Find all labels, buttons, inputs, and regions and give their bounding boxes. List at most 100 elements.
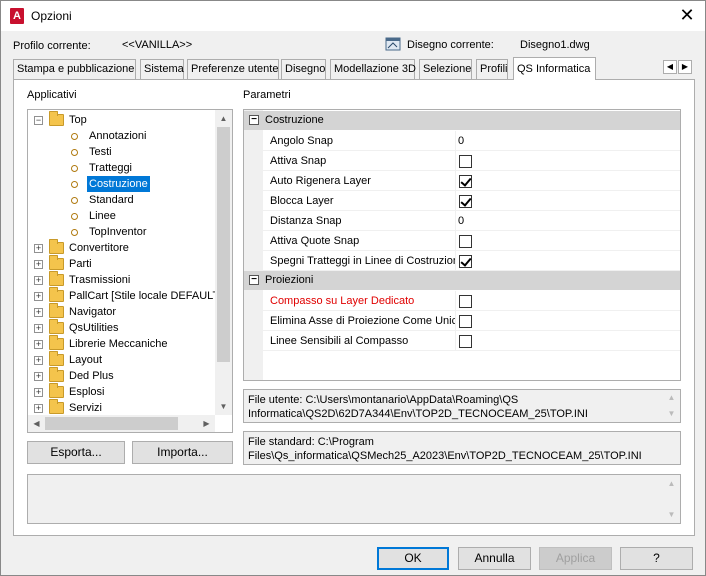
import-button[interactable]: Importa... (132, 441, 233, 464)
expand-icon[interactable]: + (34, 244, 43, 253)
tree-item-esplosi[interactable]: + Esplosi (28, 383, 218, 400)
tree-vertical-scrollbar[interactable]: ▲ ▼ (215, 110, 232, 415)
export-button[interactable]: Esporta... (27, 441, 125, 464)
checkbox[interactable] (459, 295, 472, 308)
expand-icon[interactable]: + (34, 276, 43, 285)
tab-scroll-left-icon[interactable]: ◀ (663, 60, 677, 74)
checkbox[interactable] (459, 235, 472, 248)
drawing-icon (385, 37, 401, 51)
collapse-icon[interactable]: − (249, 115, 259, 125)
tree-item-topinventor[interactable]: TopInventor (28, 224, 218, 240)
scroll-down-icon[interactable]: ▼ (663, 506, 680, 523)
expand-icon[interactable]: + (34, 372, 43, 381)
checkbox[interactable] (459, 255, 472, 268)
tree-item-top[interactable]: − Top (28, 111, 218, 128)
applicativi-label: Applicativi (27, 89, 77, 101)
checkbox[interactable] (459, 315, 472, 328)
tree-item-servizi[interactable]: + Servizi (28, 399, 218, 416)
tree-item-ded-plus[interactable]: + Ded Plus (28, 367, 218, 384)
tree-item-annotazioni[interactable]: Annotazioni (28, 128, 218, 144)
prop-value-field[interactable]: 0 (458, 215, 464, 227)
tab-profili[interactable]: Profili (476, 59, 508, 79)
prop-spegni-tratteggi[interactable]: Spegni Tratteggi in Linee di Costruzione (263, 251, 680, 271)
tree-item-parti[interactable]: + Parti (28, 255, 218, 272)
scroll-right-icon[interactable]: ▶ (198, 415, 215, 432)
tree-item-linee[interactable]: Linee (28, 208, 218, 224)
close-icon[interactable]: ✕ (677, 5, 697, 25)
prop-blocca-layer[interactable]: Blocca Layer (263, 191, 680, 211)
collapse-icon[interactable]: − (249, 275, 259, 285)
tree-item-trasmissioni[interactable]: + Trasmissioni (28, 271, 218, 288)
tree-item-tratteggi[interactable]: Tratteggi (28, 160, 218, 176)
tree-item-pallcart[interactable]: + PallCart [Stile locale DEFAULT] (28, 287, 222, 304)
tree-item-navigator[interactable]: + Navigator (28, 303, 218, 320)
help-button[interactable]: ? (620, 547, 693, 570)
tab-modellazione[interactable]: Modellazione 3D (330, 59, 416, 79)
expand-icon[interactable]: + (34, 260, 43, 269)
scrollbar-thumb[interactable] (45, 417, 178, 430)
expand-icon[interactable]: + (34, 356, 43, 365)
checkbox[interactable] (459, 155, 472, 168)
prop-distanza-snap[interactable]: Distanza Snap 0 (263, 211, 680, 231)
standard-file-path: File standard: C:\Program Files\Qs_infor… (248, 436, 642, 462)
folder-icon (49, 383, 64, 398)
scroll-up-icon[interactable]: ▲ (663, 475, 680, 492)
prop-angolo-snap[interactable]: Angolo Snap 0 (263, 131, 680, 151)
scroll-down-icon[interactable]: ▼ (663, 406, 680, 421)
checkbox[interactable] (459, 175, 472, 188)
checkbox[interactable] (459, 195, 472, 208)
tab-qs-informatica[interactable]: QS Informatica (513, 57, 596, 80)
tab-selezione[interactable]: Selezione (419, 59, 472, 79)
prop-linee-sensibili[interactable]: Linee Sensibili al Compasso (263, 331, 680, 351)
tree-item-librerie[interactable]: + Librerie Meccaniche (28, 335, 218, 352)
scroll-up-icon[interactable]: ▲ (215, 110, 232, 127)
tree-item-layout[interactable]: + Layout (28, 351, 218, 368)
prop-attiva-quote-snap[interactable]: Attiva Quote Snap (263, 231, 680, 251)
tab-preferenze[interactable]: Preferenze utente (187, 59, 279, 79)
tree-item-testi[interactable]: Testi (28, 144, 218, 160)
tab-disegno[interactable]: Disegno (281, 59, 326, 79)
prop-divider (455, 211, 456, 231)
prop-value-field[interactable]: 0 (458, 135, 464, 147)
category-costruzione[interactable]: − Costruzione (244, 111, 680, 130)
tree-item-convertitore[interactable]: + Convertitore (28, 239, 218, 256)
scroll-down-icon[interactable]: ▼ (215, 398, 232, 415)
prop-attiva-snap[interactable]: Attiva Snap (263, 151, 680, 171)
scroll-up-icon[interactable]: ▲ (663, 390, 680, 405)
user-file-scrollbar[interactable]: ▲ ▼ (663, 390, 680, 422)
expand-icon[interactable]: + (34, 340, 43, 349)
category-proiezioni[interactable]: − Proiezioni (244, 271, 680, 290)
profile-value: <<VANILLA>> (122, 39, 193, 51)
tab-sistema[interactable]: Sistema (140, 59, 184, 79)
folder-icon (49, 255, 64, 270)
prop-divider (455, 311, 456, 331)
title-bar: A Opzioni ✕ (1, 1, 705, 31)
prop-elimina-asse[interactable]: Elimina Asse di Proiezione Come Unica (263, 311, 680, 331)
checkbox[interactable] (459, 335, 472, 348)
expand-icon[interactable]: + (34, 308, 43, 317)
tree-horizontal-scrollbar[interactable]: ◀ ▶ (28, 415, 215, 432)
scroll-left-icon[interactable]: ◀ (28, 415, 45, 432)
expand-icon[interactable]: + (34, 324, 43, 333)
expand-icon[interactable]: + (34, 388, 43, 397)
options-dialog: A Opzioni ✕ Profilo corrente: <<VANILLA>… (0, 0, 706, 576)
tree-item-qsutilities[interactable]: + QsUtilities (28, 319, 218, 336)
applicativi-tree[interactable]: − Top Annotazioni Testi Tratteggi Costru… (27, 109, 233, 433)
collapse-icon[interactable]: − (34, 116, 43, 125)
folder-icon (49, 367, 64, 382)
expand-icon[interactable]: + (34, 292, 43, 301)
description-scrollbar[interactable]: ▲ ▼ (663, 475, 680, 523)
tab-scroll-right-icon[interactable]: ▶ (678, 60, 692, 74)
prop-auto-rigenera-layer[interactable]: Auto Rigenera Layer (263, 171, 680, 191)
property-grid[interactable]: − Costruzione Angolo Snap 0 Attiva Snap … (243, 109, 681, 381)
cancel-button[interactable]: Annulla (458, 547, 531, 570)
tab-stampa[interactable]: Stampa e pubblicazione (13, 59, 136, 79)
tree-item-costruzione[interactable]: Costruzione (28, 176, 218, 192)
apply-button[interactable]: Applica (539, 547, 612, 570)
tree-item-standard[interactable]: Standard (28, 192, 218, 208)
prop-compasso-layer[interactable]: Compasso su Layer Dedicato (263, 291, 680, 311)
expand-icon[interactable]: + (34, 404, 43, 413)
ok-button[interactable]: OK (377, 547, 449, 570)
bullet-icon (71, 197, 78, 204)
scrollbar-thumb[interactable] (217, 127, 230, 362)
